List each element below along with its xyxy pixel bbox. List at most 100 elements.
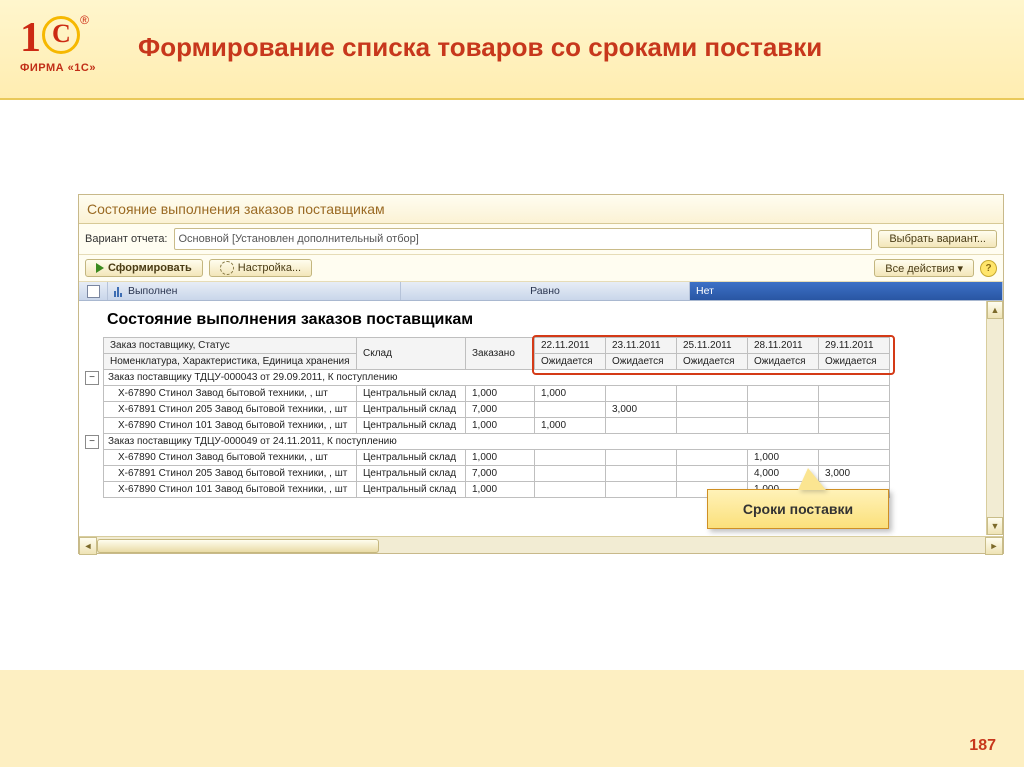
- gear-icon: [220, 261, 234, 275]
- scroll-left-icon[interactable]: ◄: [79, 537, 97, 555]
- cell-value: [606, 450, 677, 466]
- settings-button[interactable]: Настройка...: [209, 259, 312, 277]
- col-warehouse: Склад: [357, 338, 466, 370]
- col-date-3: 28.11.2011: [748, 338, 819, 354]
- horizontal-scrollbar[interactable]: ◄ ►: [79, 536, 1003, 553]
- filter-field-label: Выполнен: [128, 285, 177, 297]
- cell-warehouse: Центральный склад: [357, 450, 466, 466]
- checkbox-icon: [87, 285, 100, 298]
- slide-title: Формирование списка товаров со сроками п…: [138, 32, 822, 63]
- col-expected-2: Ожидается: [677, 354, 748, 370]
- col-date-4: 29.11.2011: [819, 338, 890, 354]
- play-icon: [96, 263, 104, 273]
- cell-nomenclature: Х-67890 Стинол 101 Завод бытовой техники…: [104, 418, 357, 434]
- table-row: Х-67891 Стинол 205 Завод бытовой техники…: [104, 466, 890, 482]
- cell-value: 3,000: [606, 402, 677, 418]
- cell-ordered: 7,000: [466, 402, 535, 418]
- toolbar-row: Сформировать Настройка... Все действия ▾…: [79, 255, 1003, 282]
- col-date-0: 22.11.2011: [535, 338, 606, 354]
- all-actions-button[interactable]: Все действия ▾: [874, 259, 974, 277]
- group-row[interactable]: Заказ поставщику ТДЦУ-000049 от 24.11.20…: [104, 434, 890, 450]
- help-icon: ?: [985, 263, 991, 274]
- cell-value: 1,000: [748, 450, 819, 466]
- cell-value: 3,000: [819, 466, 890, 482]
- table-row: Х-67890 Стинол Завод бытовой техники, , …: [104, 450, 890, 466]
- filter-cond-label: Равно: [530, 285, 560, 297]
- cell-value: [819, 402, 890, 418]
- filter-cond-cell[interactable]: Равно: [401, 282, 690, 300]
- variant-row: Вариант отчета: Основной [Установлен доп…: [79, 224, 1003, 255]
- col-date-2: 25.11.2011: [677, 338, 748, 354]
- cell-value: [535, 482, 606, 498]
- cell-value: 1,000: [535, 418, 606, 434]
- cell-value: [606, 386, 677, 402]
- vertical-scrollbar[interactable]: ▲ ▼: [986, 301, 1003, 535]
- cell-nomenclature: Х-67890 Стинол 101 Завод бытовой техники…: [104, 482, 357, 498]
- cell-ordered: 1,000: [466, 482, 535, 498]
- cell-value: [748, 418, 819, 434]
- logo-icon: 1 C: [20, 14, 82, 60]
- cell-value: [606, 466, 677, 482]
- expand-toggle-icon[interactable]: −: [85, 371, 99, 385]
- scroll-up-icon[interactable]: ▲: [987, 301, 1003, 319]
- report-title: Состояние выполнения заказов поставщикам: [107, 311, 997, 329]
- variant-input[interactable]: Основной [Установлен дополнительный отбо…: [174, 228, 873, 250]
- col-expected-4: Ожидается: [819, 354, 890, 370]
- cell-value: [677, 418, 748, 434]
- col-expected-3: Ожидается: [748, 354, 819, 370]
- cell-warehouse: Центральный склад: [357, 466, 466, 482]
- cell-value: [677, 402, 748, 418]
- cell-nomenclature: Х-67891 Стинол 205 Завод бытовой техники…: [104, 402, 357, 418]
- filter-value-label: Нет: [696, 285, 714, 297]
- callout-delivery-dates: Сроки поставки: [707, 489, 889, 529]
- settings-label: Настройка...: [238, 262, 301, 274]
- col-expected-1: Ожидается: [606, 354, 677, 370]
- cell-warehouse: Центральный склад: [357, 418, 466, 434]
- expand-toggle-icon[interactable]: −: [85, 435, 99, 449]
- cell-value: [677, 450, 748, 466]
- cell-value: [748, 386, 819, 402]
- callout-text: Сроки поставки: [743, 501, 853, 517]
- cell-ordered: 1,000: [466, 450, 535, 466]
- table-row: Х-67890 Стинол 101 Завод бытовой техники…: [104, 418, 890, 434]
- form-report-button[interactable]: Сформировать: [85, 259, 203, 277]
- cell-value: [535, 466, 606, 482]
- col-ordered: Заказано: [466, 338, 535, 370]
- page-number: 187: [969, 737, 996, 755]
- cell-ordered: 1,000: [466, 386, 535, 402]
- filter-value-cell[interactable]: Нет: [690, 282, 1003, 300]
- form-report-label: Сформировать: [108, 262, 192, 274]
- cell-value: [535, 402, 606, 418]
- table-row: Х-67891 Стинол 205 Завод бытовой техники…: [104, 402, 890, 418]
- cell-value: [606, 418, 677, 434]
- select-variant-button[interactable]: Выбрать вариант...: [878, 230, 997, 248]
- help-button[interactable]: ?: [980, 260, 997, 277]
- app-window-title: Состояние выполнения заказов поставщикам: [79, 195, 1003, 224]
- cell-warehouse: Центральный склад: [357, 402, 466, 418]
- col-expected-0: Ожидается: [535, 354, 606, 370]
- scroll-thumb[interactable]: [97, 539, 379, 553]
- cell-value: [606, 482, 677, 498]
- scroll-down-icon[interactable]: ▼: [987, 517, 1003, 535]
- select-variant-label: Выбрать вариант...: [889, 233, 986, 245]
- cell-value: 1,000: [535, 386, 606, 402]
- filter-checkbox-cell[interactable]: [79, 282, 108, 300]
- logo-caption: ФИРМА «1С»: [20, 62, 96, 74]
- col-nomenclature: Номенклатура, Характеристика, Единица хр…: [104, 354, 357, 370]
- variant-label: Вариант отчета:: [85, 233, 168, 245]
- cell-value: [819, 450, 890, 466]
- filter-field-cell[interactable]: Выполнен: [108, 282, 401, 300]
- all-actions-label: Все действия ▾: [885, 262, 963, 275]
- app-window: Состояние выполнения заказов поставщикам…: [78, 194, 1004, 554]
- cell-value: [748, 402, 819, 418]
- cell-ordered: 1,000: [466, 418, 535, 434]
- logo-1c: 1 C ФИРМА «1С»: [20, 14, 96, 74]
- cell-warehouse: Центральный склад: [357, 482, 466, 498]
- report-area: Состояние выполнения заказов поставщикам…: [79, 301, 1003, 553]
- cell-value: [819, 386, 890, 402]
- cell-value: [677, 466, 748, 482]
- filter-bar: Выполнен Равно Нет: [79, 282, 1003, 301]
- scroll-right-icon[interactable]: ►: [985, 537, 1003, 555]
- cell-nomenclature: Х-67891 Стинол 205 Завод бытовой техники…: [104, 466, 357, 482]
- group-row[interactable]: Заказ поставщику ТДЦУ-000043 от 29.09.20…: [104, 370, 890, 386]
